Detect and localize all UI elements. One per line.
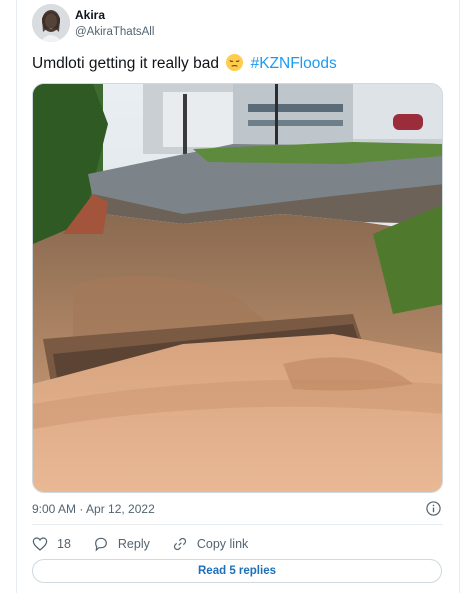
link-icon (173, 537, 186, 551)
tweet-body: Umdloti getting it really bad (32, 55, 219, 72)
info-icon[interactable] (426, 501, 441, 516)
tweet-photo[interactable] (32, 83, 443, 493)
read-replies-button[interactable]: Read 5 replies (32, 559, 442, 583)
reply-label: Reply (117, 537, 150, 551)
like-button[interactable]: 18 (32, 536, 71, 552)
author-handle[interactable]: @AkiraThatsAll (75, 26, 154, 38)
like-count: 18 (57, 537, 71, 551)
copy-link-label: Copy link (196, 537, 249, 551)
tweet-actions: 18 Reply Copy link (32, 534, 270, 554)
reply-icon (94, 537, 107, 552)
pensive-face-icon (226, 53, 244, 72)
reply-button[interactable]: Reply (93, 536, 150, 552)
tweet-text: Umdloti getting it really bad #KZNFloods (32, 53, 337, 74)
copy-link-button[interactable]: Copy link (172, 536, 248, 552)
author-name[interactable]: Akira (75, 8, 105, 22)
divider (32, 524, 443, 525)
heart-icon (32, 537, 48, 551)
avatar[interactable] (32, 4, 70, 42)
tweet-timestamp[interactable]: 9:00 AM · Apr 12, 2022 (32, 502, 155, 516)
hashtag-link[interactable]: #KZNFloods (251, 55, 337, 72)
